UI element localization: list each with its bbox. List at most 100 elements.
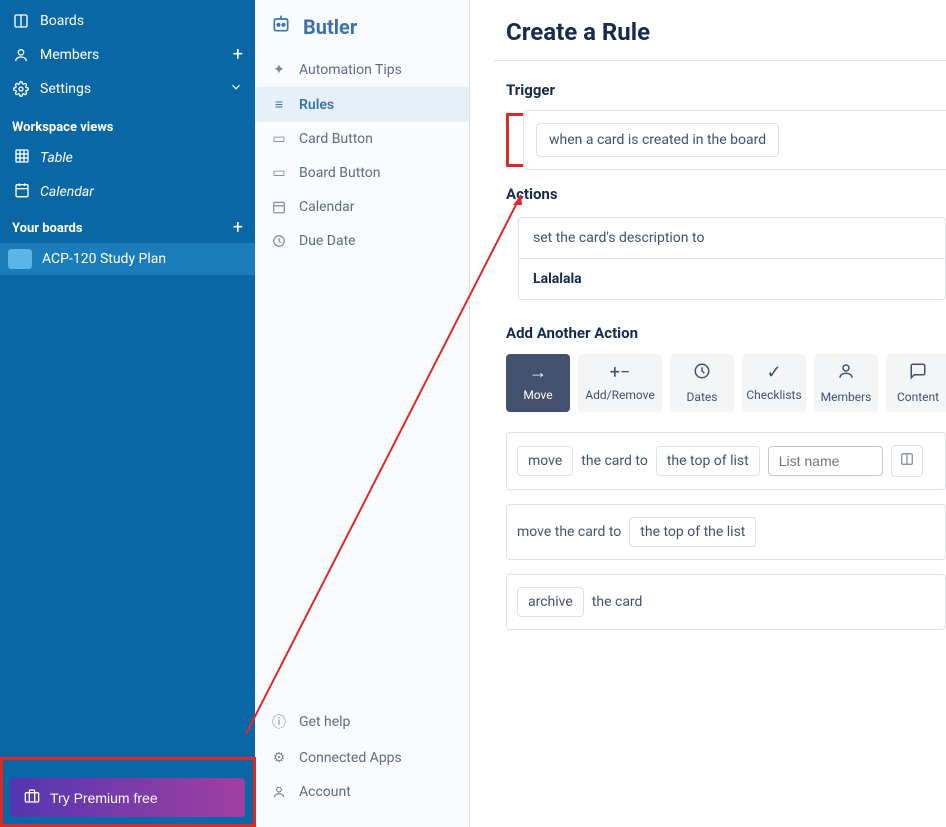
tab-add-remove[interactable]: +− Add/Remove: [578, 354, 662, 412]
action-tabs: → Move +− Add/Remove Dates ✓ Checklists …: [506, 354, 946, 412]
actions-heading: Actions: [506, 185, 946, 203]
add-board-icon[interactable]: +: [233, 219, 243, 237]
calendar-icon: [271, 200, 287, 214]
action-value: Lalalala: [519, 258, 945, 299]
arrow-right-icon: →: [529, 364, 547, 382]
view-calendar-label: Calendar: [40, 184, 94, 200]
nav-members[interactable]: Members +: [0, 38, 255, 72]
get-help-label: Get help: [299, 714, 350, 730]
workspace-views-header: Workspace views: [0, 110, 255, 141]
action-row-move-top: move the card to the top of the list: [506, 504, 946, 560]
trigger-card: when a card is created in the board: [523, 110, 946, 170]
view-table[interactable]: Table: [0, 141, 255, 175]
chip-archive[interactable]: archive: [517, 587, 584, 617]
text-the-card: the card: [592, 594, 643, 610]
boards-icon: [12, 12, 30, 30]
tab-dates-label: Dates: [687, 390, 718, 404]
connected-apps-label: Connected Apps: [299, 750, 402, 766]
clock-icon: [271, 234, 287, 248]
trigger-heading: Trigger: [506, 81, 946, 99]
board-color-swatch: [8, 249, 32, 269]
your-boards-header: Your boards +: [0, 209, 255, 243]
table-icon: [14, 148, 30, 168]
account-icon: [271, 785, 287, 799]
butler-title: Butler: [303, 15, 357, 39]
trigger-condition[interactable]: when a card is created in the board: [536, 123, 779, 157]
chip-top-of-list[interactable]: the top of list: [656, 446, 760, 476]
due-date-label: Due Date: [299, 233, 356, 249]
nav-settings-label: Settings: [40, 81, 91, 97]
action-row-archive: archive the card: [506, 574, 946, 630]
trigger-box: when a card is created in the board: [506, 113, 781, 167]
tab-checklists[interactable]: ✓ Checklists: [742, 354, 806, 412]
tab-content[interactable]: Content: [886, 354, 946, 412]
your-boards-label: Your boards: [12, 221, 83, 236]
tab-content-label: Content: [897, 390, 939, 404]
nav-boards-label: Boards: [40, 13, 84, 29]
tab-dates[interactable]: Dates: [670, 354, 734, 412]
card-button-icon: ▭: [271, 131, 287, 147]
board-button-label: Board Button: [299, 165, 380, 181]
briefcase-icon: [24, 788, 40, 807]
workspace-sidebar: Boards Members + Settings Workspace view…: [0, 0, 255, 827]
nav-boards[interactable]: Boards: [0, 4, 255, 38]
chevron-down-icon: [229, 80, 243, 98]
check-icon: ✓: [766, 364, 781, 382]
nav-settings[interactable]: Settings: [0, 72, 255, 106]
butler-sidebar: Butler ✦ Automation Tips ≡ Rules ▭ Card …: [255, 0, 470, 827]
sparkle-icon: ✦: [271, 62, 287, 78]
calendar-tab[interactable]: Calendar: [255, 190, 469, 224]
text-the-card-to: the card to: [581, 453, 648, 469]
view-calendar[interactable]: Calendar: [0, 175, 255, 209]
clock-icon: [693, 362, 711, 384]
person-icon: [837, 362, 855, 384]
chip-top-of-the-list[interactable]: the top of the list: [629, 517, 756, 547]
card-button-tab[interactable]: ▭ Card Button: [255, 122, 469, 156]
butler-header: Butler: [255, 4, 469, 53]
action-row-move: move the card to the top of list: [506, 432, 946, 490]
account-label: Account: [299, 784, 351, 800]
tab-checklists-label: Checklists: [746, 388, 801, 402]
add-member-icon[interactable]: +: [233, 46, 243, 64]
board-button-icon: ▭: [271, 165, 287, 181]
calendar-tab-label: Calendar: [299, 199, 355, 215]
info-icon: ⓘ: [271, 712, 287, 732]
chat-icon: [909, 362, 927, 384]
view-table-label: Table: [40, 150, 73, 166]
tab-add-remove-label: Add/Remove: [585, 388, 654, 402]
tab-members[interactable]: Members: [814, 354, 878, 412]
connected-apps[interactable]: ⚙ Connected Apps: [255, 741, 469, 775]
board-item[interactable]: ACP-120 Study Plan: [0, 243, 255, 275]
butler-icon: [271, 14, 291, 39]
board-item-label: ACP-120 Study Plan: [42, 251, 166, 267]
rules-label: Rules: [299, 97, 334, 113]
board-button-tab[interactable]: ▭ Board Button: [255, 156, 469, 190]
action-card: set the card's description to Lalalala: [518, 217, 946, 300]
chip-move[interactable]: move: [517, 446, 573, 476]
due-date-tab[interactable]: Due Date: [255, 224, 469, 258]
rules-tab[interactable]: ≡ Rules: [255, 87, 469, 122]
plus-minus-icon: +−: [610, 364, 631, 382]
board-picker-icon[interactable]: [891, 445, 923, 477]
nav-members-label: Members: [40, 47, 99, 63]
text-move-card-to: move the card to: [517, 524, 621, 540]
rules-icon: ≡: [271, 96, 287, 113]
card-button-label: Card Button: [299, 131, 373, 147]
page-title: Create a Rule: [506, 18, 946, 46]
tab-move[interactable]: → Move: [506, 354, 570, 412]
gear-icon: [12, 80, 30, 98]
action-description: set the card's description to: [519, 218, 945, 259]
get-help[interactable]: ⓘ Get help: [255, 703, 469, 741]
apps-icon: ⚙: [271, 750, 287, 766]
premium-label: Try Premium free: [50, 790, 158, 806]
list-name-input[interactable]: [768, 446, 883, 476]
tab-move-label: Move: [523, 388, 552, 402]
try-premium-button[interactable]: Try Premium free: [10, 778, 245, 817]
add-another-action-heading: Add Another Action: [506, 324, 946, 342]
members-icon: [12, 46, 30, 64]
automation-tips-label: Automation Tips: [299, 62, 402, 78]
main-content: Create a Rule Trigger when a card is cre…: [470, 0, 946, 827]
account[interactable]: Account: [255, 775, 469, 809]
calendar-icon: [14, 182, 30, 202]
automation-tips[interactable]: ✦ Automation Tips: [255, 53, 469, 87]
